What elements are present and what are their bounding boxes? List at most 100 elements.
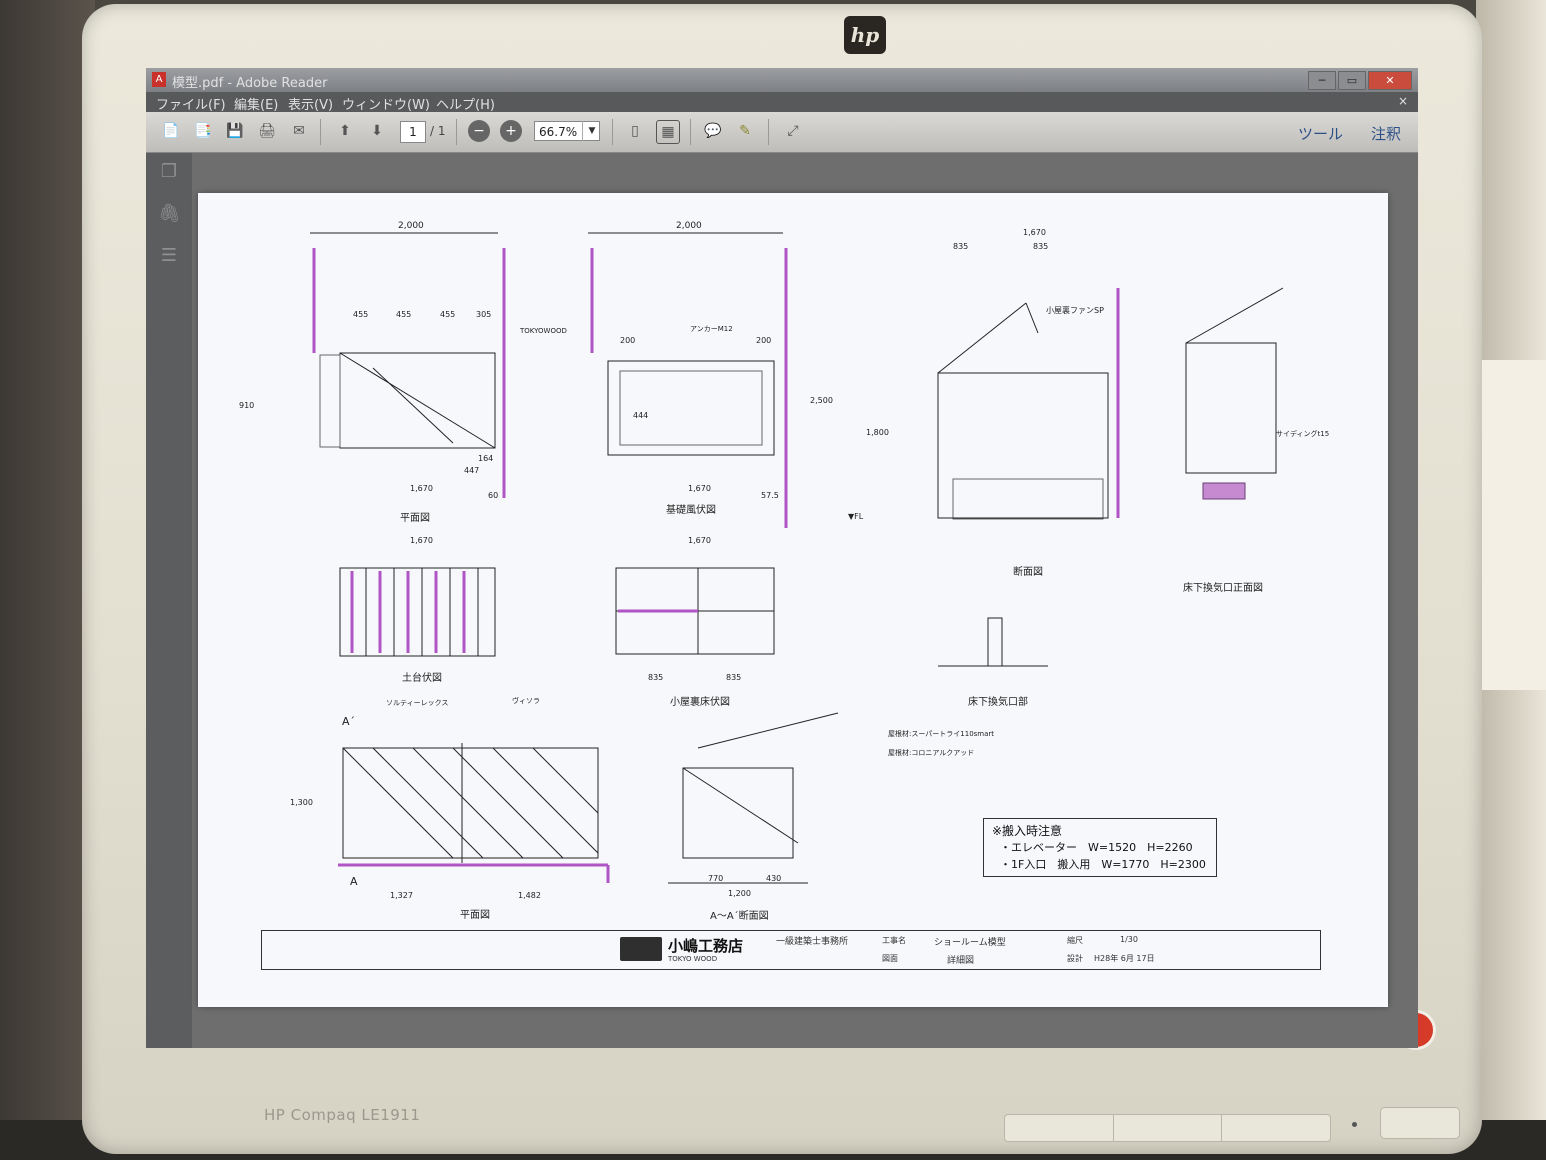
drawing-label: 図面 <box>882 954 898 963</box>
title-block: 小嶋工務店 TOKYO WOOD 一級建築士事務所 工事名 ショールーム模型 図… <box>261 930 1321 970</box>
power-button[interactable] <box>1380 1107 1460 1139</box>
dim-1200: 1,200 <box>728 889 751 898</box>
dim-top-2000-b: 2,000 <box>676 221 702 231</box>
scale-label: 縮尺 <box>1067 936 1083 945</box>
navigation-panel: ❐ 🖇 ☰ <box>146 153 192 1048</box>
view-title-aa-section: A～A´断面図 <box>710 909 769 922</box>
notice-heading: ※搬入時注意 <box>992 824 1063 838</box>
highlight-icon[interactable]: ✎ <box>734 120 756 142</box>
note-roof2: 屋根材:コロニアルクアッド <box>888 748 974 757</box>
firm-block: 小嶋工務店 TOKYO WOOD <box>620 935 770 965</box>
dim-770: 770 <box>708 874 723 883</box>
background-wall-left <box>0 0 95 1160</box>
fullscreen-icon[interactable]: ⤢ <box>782 120 804 142</box>
menu-file[interactable]: ファイル(F) <box>156 94 226 113</box>
dim-2500: 2,500 <box>810 396 833 405</box>
dim-1670-c: 1,670 <box>1023 228 1046 237</box>
date-value: H28年 6月 17日 <box>1094 954 1155 963</box>
attachment-icon[interactable]: 🖇 <box>158 203 181 225</box>
menu-edit[interactable]: 編集(E) <box>234 94 278 113</box>
dim-1300: 1,300 <box>290 798 313 807</box>
firm-logo-icon <box>620 937 662 961</box>
page-number-input[interactable]: 1 <box>400 121 426 143</box>
fit-page-icon[interactable]: ▯ <box>624 120 646 142</box>
document-area[interactable]: 2,000 2,000 455 455 455 305 1,670 1,670 … <box>192 153 1418 1048</box>
menu-window[interactable]: ウィンドウ(W) <box>342 94 430 113</box>
osd-minus-button[interactable] <box>1114 1115 1223 1141</box>
minimize-icon[interactable]: ─ <box>1308 71 1336 90</box>
chevron-down-icon[interactable]: ▼ <box>582 121 601 141</box>
note-attic-fan: 小屋裏ファンSP <box>1046 305 1104 315</box>
print-icon[interactable]: 🖨 <box>256 120 278 142</box>
menu-bar: ファイル(F) 編集(E) 表示(V) ウィンドウ(W) ヘルプ(H) × <box>146 92 1418 113</box>
pages-icon[interactable]: ❐ <box>158 161 180 183</box>
dim-57: 57.5 <box>761 491 779 500</box>
power-led <box>1352 1122 1357 1127</box>
dim-1327: 1,327 <box>390 891 413 900</box>
convert-pdf-icon[interactable]: 📑 <box>192 120 214 142</box>
note-roof1: 屋根材:スーパートライ110smart <box>888 729 994 738</box>
dim-835-b: 835 <box>1033 242 1048 251</box>
menu-view[interactable]: 表示(V) <box>288 94 333 113</box>
view-title-vent-detail: 床下換気口部 <box>968 695 1028 708</box>
dim-910: 910 <box>239 401 254 410</box>
monitor-osd-buttons[interactable] <box>1004 1114 1331 1142</box>
dim-164: 164 <box>478 454 493 463</box>
create-pdf-icon[interactable]: 📄 <box>160 120 182 142</box>
document-close-icon[interactable]: × <box>1398 94 1408 108</box>
dim-200-b: 200 <box>756 336 771 345</box>
monitor-model-label: HP Compaq LE1911 <box>264 1106 421 1124</box>
screen: A 模型.pdf - Adobe Reader ─ ▭ ✕ ファイル(F) 編集… <box>146 68 1418 1048</box>
save-icon[interactable]: 💾 <box>224 120 246 142</box>
note-anchor: アンカーM12 <box>690 325 733 333</box>
dim-top-2000-a: 2,000 <box>398 221 424 231</box>
drawing-name: 詳細図 <box>947 956 975 966</box>
comment-icon[interactable]: 💬 <box>702 120 724 142</box>
toolbar: 📄 📑 💾 🖨 ✉ ⬆ ⬇ 1 / 1 − + 66.7% ▼ ▯ ▦ 💬 ✎ … <box>146 112 1418 153</box>
dim-1670-b: 1,670 <box>688 484 711 493</box>
note-a: A <box>350 875 358 888</box>
fit-width-icon[interactable]: ▦ <box>656 120 680 144</box>
note-fl: ▼FL <box>848 512 864 521</box>
dim-455-b: 455 <box>396 310 411 319</box>
background-shelf <box>1474 360 1546 690</box>
page-up-icon[interactable]: ⬆ <box>334 120 356 142</box>
view-title-attic: 小屋裏床伏図 <box>670 695 730 708</box>
view-title-plan1: 平面図 <box>400 512 430 524</box>
scale-value: 1/30 <box>1120 935 1138 944</box>
drawing-canvas: 2,000 2,000 455 455 455 305 1,670 1,670 … <box>239 221 1329 922</box>
pdf-page: 2,000 2,000 455 455 455 305 1,670 1,670 … <box>198 193 1388 1007</box>
project-label: 工事名 <box>882 936 906 945</box>
osd-input-button[interactable] <box>1005 1115 1114 1141</box>
tools-pane-button[interactable]: ツール <box>1298 123 1343 144</box>
notice-line-entrance: ・1F入口 搬入用 W=1770 H=2300 <box>1000 858 1206 871</box>
firm-sub: TOKYO WOOD <box>668 955 718 963</box>
dim-444: 444 <box>633 411 648 420</box>
dim-430: 430 <box>766 874 781 883</box>
firm-name: 小嶋工務店 <box>668 937 744 955</box>
page-total: / 1 <box>430 124 446 138</box>
page-down-icon[interactable]: ⬇ <box>366 120 388 142</box>
comment-pane-button[interactable]: 注釈 <box>1371 123 1401 144</box>
dim-835-a: 835 <box>953 242 968 251</box>
dim-200-a: 200 <box>620 336 635 345</box>
dim-455-a: 455 <box>353 310 368 319</box>
zoom-in-icon[interactable]: + <box>500 120 522 142</box>
dim-1800: 1,800 <box>866 428 889 437</box>
menu-help[interactable]: ヘルプ(H) <box>436 94 495 113</box>
close-icon[interactable]: ✕ <box>1368 71 1412 90</box>
dim-60: 60 <box>488 491 498 500</box>
view-title-section: 断面図 <box>1013 565 1043 578</box>
dim-835-d: 835 <box>726 673 741 682</box>
dim-455-c: 455 <box>440 310 455 319</box>
window-titlebar: A 模型.pdf - Adobe Reader ─ ▭ ✕ <box>146 68 1418 92</box>
zoom-out-icon[interactable]: − <box>468 120 490 142</box>
maximize-icon[interactable]: ▭ <box>1338 71 1366 90</box>
view-title-foundation: 基礎風伏図 <box>666 503 716 516</box>
layers-icon[interactable]: ☰ <box>158 245 180 267</box>
osd-plus-button[interactable] <box>1222 1115 1330 1141</box>
dim-1670-e: 1,670 <box>688 536 711 545</box>
email-icon[interactable]: ✉ <box>288 120 310 142</box>
note-a-prime: A´ <box>342 715 355 728</box>
dim-1670-a: 1,670 <box>410 484 433 493</box>
